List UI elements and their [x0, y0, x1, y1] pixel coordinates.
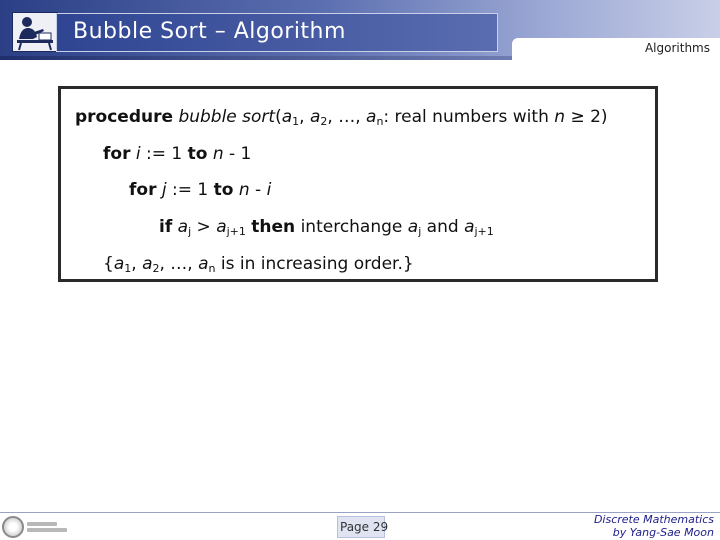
- course-credit: Discrete Mathematics by Yang-Sae Moon: [594, 513, 714, 539]
- university-wordmark-icon: [27, 522, 67, 532]
- var-a: a: [142, 254, 153, 274]
- var-i: i: [266, 180, 272, 200]
- and-text: and: [421, 217, 465, 237]
- brace-open: {: [103, 254, 114, 274]
- subscript: j+1: [226, 225, 246, 238]
- paren-open: (: [275, 107, 282, 127]
- assign: := 1: [140, 144, 188, 164]
- credit-course: Discrete Mathematics: [593, 513, 714, 526]
- keyword-for: for: [103, 144, 131, 164]
- header-logo: [12, 12, 58, 52]
- algorithm-line-postcondition: {a1, a2, …, an is in increasing order.}: [103, 254, 414, 275]
- professor-at-desk-icon: [17, 17, 53, 51]
- separator: ,: [299, 107, 310, 127]
- separator: , …,: [327, 107, 367, 127]
- section-label: Algorithms: [644, 41, 710, 55]
- var-a: a: [281, 107, 293, 127]
- var-a: a: [366, 107, 377, 127]
- param-condition: ≥ 2): [565, 107, 608, 127]
- var-n: n: [238, 180, 250, 200]
- algorithm-box: procedure bubble sort(a1, a2, …, an: rea…: [58, 86, 658, 282]
- subscript: n: [208, 262, 216, 275]
- keyword-for: for: [129, 180, 157, 200]
- algorithm-line-procedure: procedure bubble sort(a1, a2, …, an: rea…: [75, 107, 608, 128]
- keyword-procedure: procedure: [75, 107, 174, 127]
- postcondition-text: is in increasing order.}: [215, 254, 414, 274]
- var-a: a: [113, 254, 125, 274]
- separator: ,: [131, 254, 143, 274]
- var-n: n: [212, 144, 224, 164]
- var-a: a: [309, 107, 321, 127]
- assign: := 1: [166, 180, 214, 200]
- minus: -: [249, 180, 267, 200]
- credit-author: by Yang-Sae Moon: [612, 526, 714, 539]
- var-a: a: [464, 217, 475, 237]
- university-seal-icon: [2, 516, 24, 538]
- slide-title: Bubble Sort – Algorithm: [73, 19, 346, 44]
- page-number: Page 29: [340, 520, 389, 534]
- algorithm-line-swap: if aj > aj+1 then interchange aj and aj+…: [159, 217, 494, 238]
- keyword-to: to: [187, 144, 208, 164]
- var-a: a: [198, 254, 209, 274]
- algorithm-line-inner-loop: for j := 1 to n - i: [129, 180, 271, 200]
- keyword-then: then: [251, 217, 296, 237]
- var-n: n: [554, 107, 566, 127]
- subscript: j+1: [474, 225, 494, 238]
- var-a: a: [407, 217, 419, 237]
- procedure-name: bubble sort: [178, 107, 276, 127]
- keyword-if: if: [159, 217, 173, 237]
- greater-than: >: [191, 217, 217, 237]
- var-a: a: [177, 217, 189, 237]
- title-bar: Bubble Sort – Algorithm: [56, 13, 498, 52]
- keyword-to: to: [213, 180, 234, 200]
- university-logo: [2, 514, 72, 540]
- separator: , …,: [159, 254, 199, 274]
- loop-bound: - 1: [223, 144, 252, 164]
- action-text: interchange: [295, 217, 408, 237]
- algorithm-line-outer-loop: for i := 1 to n - 1: [103, 144, 251, 164]
- var-a: a: [216, 217, 227, 237]
- param-description: : real numbers with: [383, 107, 555, 127]
